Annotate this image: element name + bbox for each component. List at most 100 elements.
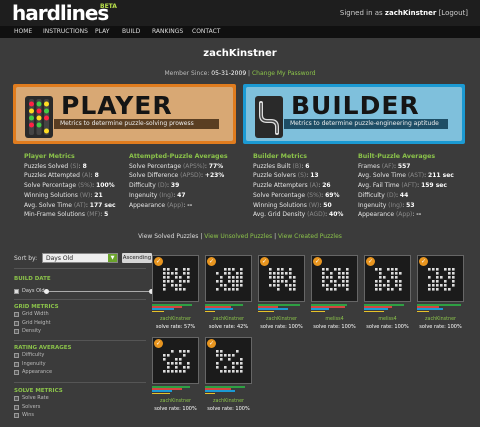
view-created-link[interactable]: View Created Puzzles [278,233,342,240]
puzzle-builder-link[interactable]: zachKinstner [258,317,305,322]
stat-row: Puzzles Solved (S): 8 [24,162,87,170]
built-puzzle-averages: Built-Puzzle Averages Frames (AF): 557 A… [358,152,454,220]
stat-label: Solve Percentage [253,191,307,199]
stat-label: Puzzles Solved [24,162,71,170]
sort-select[interactable]: Days Old ▼ [42,253,118,263]
builder-pipe-icon [255,96,283,138]
signed-in-status: Signed in as zachKinstner [Logout] [340,9,468,17]
stat-label: Puzzles Attempted [24,172,82,180]
stat-value: 40% [329,211,344,219]
checkbox[interactable] [14,289,19,294]
puzzle-card[interactable]: ✓ meliss4 solve rate: 100% [311,255,358,331]
checkbox[interactable] [14,370,19,375]
stat-abbr: (App) [166,201,184,209]
puzzle-card[interactable]: ✓ zachKinstner solve rate: 57% [152,255,199,331]
puzzle-card[interactable]: ✓ zachKinstner solve rate: 100% [258,255,305,331]
filter-item[interactable]: Density [14,327,146,336]
checkbox[interactable] [14,320,19,326]
stat-row: Difficulty (D): 39 [129,182,180,190]
stat-row: Puzzle Solvers (S): 13 [253,172,319,180]
puzzle-rating-bars [311,304,358,313]
checkbox[interactable] [14,353,19,358]
rating-bar [417,310,429,313]
build-date-heading: BUILD DATE [14,276,51,282]
chevron-down-icon[interactable]: ▼ [108,254,117,262]
solved-check-icon: ✓ [207,339,216,348]
puzzle-card[interactable]: ✓ zachKinstner solve rate: 42% [205,255,252,331]
stat-abbr: (S) [297,172,307,180]
stat-value: 159 sec [421,182,447,190]
puzzle-builder-link[interactable]: zachKinstner [417,317,464,322]
checkbox[interactable] [14,404,19,410]
grid-metrics-section: GRID METRICS Grid Width Grid Height Dens… [14,304,146,336]
stat-value: 50 [323,201,332,209]
filter-item-label: Grid Width [22,311,49,317]
stat-abbr: (A) [309,182,319,190]
checkbox[interactable] [14,329,19,334]
stat-abbr: (Ing) [388,201,403,209]
stat-abbr: (S) [70,162,79,170]
stat-value: 69% [325,191,340,199]
stat-row: Puzzles Attempted (A): 8 [24,172,99,180]
nav-rankings[interactable]: RANKINGS [152,28,183,35]
puzzle-card[interactable]: ✓ zachKinstner solve rate: 100% [205,337,252,413]
stat-value: -- [187,201,193,209]
filter-item[interactable]: Grid Height [14,319,146,328]
puzzle-card[interactable]: ✓ meliss4 solve rate: 100% [364,255,411,331]
nav-play[interactable]: PLAY [95,28,109,35]
stat-value: 100% [96,182,115,190]
stat-label: Puzzle Attempters [253,182,310,190]
filter-item[interactable]: Difficulty [14,351,146,360]
checkbox[interactable] [14,396,19,401]
builder-banner-inner: BUILDER Metrics to determine puzzle-engi… [246,87,462,141]
filter-item-label: Days Old [22,288,45,294]
slider-min-handle[interactable] [44,289,49,294]
player-banner-title: PLAYER [61,91,173,120]
puzzle-builder-link[interactable]: zachKinstner [205,399,252,404]
filter-item[interactable]: Solve Rate [14,394,146,403]
checkbox[interactable] [14,312,19,317]
puzzle-solve-rate: solve rate: 100% [366,324,409,330]
member-since: Member Since: 05-31-2009 | Change My Pas… [0,70,480,77]
checkbox[interactable] [14,413,19,418]
puzzle-card[interactable]: ✓ zachKinstner solve rate: 100% [152,337,199,413]
puzzle-builder-link[interactable]: meliss4 [364,317,411,322]
stat-label: Ingenuity [129,191,160,199]
puzzle-builder-link[interactable]: zachKinstner [152,317,199,322]
player-banner-subtitle: Metrics to determine puzzle-solving prow… [54,119,219,129]
checkbox[interactable] [14,361,19,367]
nav-contact[interactable]: CONTACT [192,28,220,35]
puzzle-builder-link[interactable]: meliss4 [311,317,358,322]
ascending-button[interactable]: Ascending [122,253,152,263]
filter-item[interactable]: Solvers [14,403,146,412]
nav-instructions[interactable]: INSTRUCTIONS [43,28,88,35]
view-unsolved-link[interactable]: View Unsolved Puzzles [204,233,272,240]
stat-row: Avg. Fail Time (AFT): 159 sec [358,182,447,190]
filter-item[interactable]: Wins [14,411,146,420]
stat-row: Frames (AF): 557 [358,162,411,170]
view-solved-link[interactable]: View Solved Puzzles [138,233,198,240]
filter-item[interactable]: Ingenuity [14,360,146,369]
stat-label: Puzzles Built [253,162,293,170]
nav-build[interactable]: BUILD [122,28,140,35]
stat-row: Solve Percentage (APS%): 77% [129,162,224,170]
puzzle-card[interactable]: ✓ zachKinstner solve rate: 100% [417,255,464,331]
logout-link[interactable]: [Logout] [439,9,468,17]
filter-item[interactable]: Grid Width [14,310,146,319]
attempted-averages-heading: Attempted-Puzzle Averages [129,153,228,160]
stat-row: Puzzle Attempters (A): 26 [253,182,331,190]
days-old-slider[interactable] [44,289,154,294]
filter-item[interactable]: Appearance [14,368,146,377]
stat-label: Appearance [358,211,396,219]
stat-row: Solve Percentage (S%): 100% [24,182,115,190]
puzzle-builder-link[interactable]: zachKinstner [205,317,252,322]
divider [14,340,146,341]
stat-abbr: (AFT) [401,182,418,190]
nav-home[interactable]: HOME [14,28,32,35]
stat-value: 13 [310,172,319,180]
change-password-link[interactable]: Change My Password [252,70,316,77]
player-pegs-icon [25,96,53,138]
puzzle-builder-link[interactable]: zachKinstner [152,399,199,404]
site-logo[interactable]: hardlines [12,1,109,25]
builder-banner-title: BUILDER [291,91,420,120]
